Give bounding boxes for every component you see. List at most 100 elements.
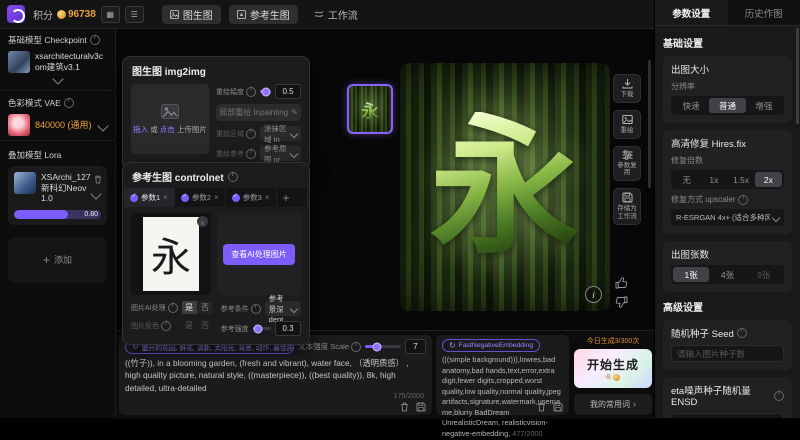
ref-strength-slider[interactable] — [253, 327, 271, 330]
tab-parameter-settings[interactable]: 参数设置 — [655, 0, 728, 25]
inpainting-button[interactable]: 局部重绘 Inpainting — [216, 104, 301, 121]
remove-image-button[interactable] — [197, 216, 208, 227]
ref-strength-value[interactable]: 0.3 — [275, 321, 301, 336]
upscaler-select[interactable]: R-ESRGAN 4x+ (适合多种风 — [671, 209, 784, 226]
lora-card[interactable]: XSArchi_127新科幻Neov1.0 0.80 — [8, 166, 107, 225]
vae-selector[interactable]: 840000 (通用) — [8, 114, 107, 136]
count-4[interactable]: 4张 — [709, 267, 745, 282]
download-label: 下载 — [621, 91, 634, 99]
controlnet-reference-image[interactable]: 永 — [131, 213, 211, 295]
trash-icon[interactable] — [94, 171, 102, 189]
negative-prompt-text[interactable]: (((simple background))),lowres,bad anato… — [442, 355, 563, 440]
upload-label: 上传图片 — [177, 125, 207, 134]
seed-input[interactable] — [671, 345, 784, 362]
view-ai-processed-button[interactable]: 查看AI处理图片 — [223, 244, 295, 265]
count-9[interactable]: 9张 — [746, 267, 782, 282]
info-icon[interactable] — [774, 391, 784, 401]
thumbs-up-icon[interactable] — [615, 277, 628, 289]
redraw-button[interactable]: 重绘 — [613, 110, 641, 139]
generate-label: 开始生成 — [587, 356, 639, 373]
ref-condition-select[interactable]: 参考景深 dept — [265, 301, 301, 316]
info-icon[interactable] — [64, 98, 74, 108]
multiplier-none[interactable]: 无 — [673, 172, 700, 187]
lora-section: 叠加模型 Lora XSArchi_127新科幻Neov1.0 0.80 — [0, 141, 115, 229]
menu-button[interactable] — [125, 6, 144, 23]
invert-toggle[interactable]: 是否 — [182, 319, 213, 332]
generated-image[interactable]: 永 i — [400, 63, 610, 311]
close-icon[interactable] — [214, 193, 219, 202]
info-icon[interactable] — [738, 195, 748, 205]
save-icon — [622, 192, 633, 203]
download-button[interactable]: 下载 — [613, 74, 641, 103]
save-icon[interactable] — [416, 402, 426, 412]
reuse-params-button[interactable]: 参数复用 — [613, 146, 641, 182]
result-thumbnail[interactable]: 永 — [347, 84, 393, 134]
no-option[interactable]: 否 — [198, 301, 213, 314]
info-icon[interactable] — [246, 149, 256, 159]
my-phrases-button[interactable]: 我的常用词 — [574, 394, 652, 415]
multiplier-1x[interactable]: 1x — [700, 172, 727, 187]
add-lora-button[interactable]: 添加 — [8, 237, 107, 283]
lora-title: 叠加模型 Lora — [8, 149, 61, 161]
chevron-down-icon[interactable] — [52, 73, 63, 84]
count-1[interactable]: 1张 — [673, 267, 709, 282]
tab-reference-generate[interactable]: 参考生图 — [229, 5, 298, 24]
trash-icon[interactable] — [537, 402, 546, 412]
image-info-icon[interactable]: i — [585, 286, 602, 303]
resolution-fast[interactable]: 快速 — [673, 98, 709, 113]
negative-embedding-label: FastNegativeEmbedding — [459, 342, 533, 349]
ai-process-toggle[interactable]: 是否 — [182, 301, 213, 314]
chevron-down-icon — [97, 120, 108, 131]
denoise-value[interactable]: 0.5 — [275, 84, 301, 99]
add-controlnet-tab-button[interactable] — [277, 188, 308, 207]
checkpoint-thumbnail — [8, 51, 30, 73]
basic-settings-section-label: 基础设置 — [663, 35, 792, 50]
tab-workflow[interactable]: 工作流 — [306, 5, 366, 24]
checkpoint-card[interactable]: xsarchitecturalv3com建筑v3.1 — [8, 51, 107, 73]
cfg-scale-value[interactable]: 7 — [405, 339, 426, 354]
controlnet-tab-3[interactable]: 参数3 — [226, 188, 277, 207]
tab-history[interactable]: 历史作图 — [728, 0, 800, 25]
info-icon[interactable] — [351, 342, 361, 352]
lora-weight-slider[interactable]: 0.80 — [14, 210, 101, 219]
yes-option[interactable]: 是 — [182, 301, 197, 314]
sidebar-scrollbar[interactable] — [796, 28, 799, 124]
app-logo-icon[interactable] — [7, 5, 25, 23]
controlnet-tab-2[interactable]: 参数2 — [175, 188, 226, 207]
save-workflow-label: 存储为工作流 — [615, 205, 639, 221]
positive-prompt-text[interactable]: ((竹子)), in a blooming garden, (fresh and… — [125, 357, 426, 394]
generate-button[interactable]: 开始生成 -8 — [574, 349, 652, 388]
close-icon[interactable] — [265, 193, 270, 202]
resolution-enhanced[interactable]: 增强 — [746, 98, 782, 113]
info-icon[interactable] — [168, 303, 178, 313]
ensd-input[interactable] — [671, 413, 784, 418]
save-icon[interactable] — [553, 402, 563, 412]
save-workflow-button[interactable]: 存储为工作流 — [613, 188, 641, 225]
grid-view-button[interactable] — [101, 6, 120, 23]
hires-title: 高清修复 Hires.fix — [671, 136, 746, 150]
negative-embedding-pill[interactable]: FastNegativeEmbedding — [442, 339, 540, 352]
cfg-scale-slider[interactable] — [365, 345, 401, 348]
thumbs-down-icon[interactable] — [615, 296, 628, 308]
info-icon[interactable] — [90, 35, 100, 45]
image-upload-dropzone[interactable]: 拖入 或 点击 上传图片 — [131, 84, 209, 154]
denoise-label: 重绘幅度 — [216, 87, 244, 97]
info-icon[interactable] — [228, 172, 238, 182]
info-icon[interactable] — [246, 87, 256, 97]
trash-icon[interactable] — [400, 402, 409, 412]
multiplier-1-5x[interactable]: 1.5x — [728, 172, 755, 187]
positive-prompt-panel: 盛开的花园, 鲜花, 清新, 太阳光, 背景, 动作, 最佳质量 文本强度 Sc… — [119, 335, 432, 415]
resolution-normal[interactable]: 普通 — [709, 98, 745, 113]
controlnet-tab-1[interactable]: 参数1 — [124, 188, 175, 207]
multiplier-2x[interactable]: 2x — [755, 172, 782, 187]
info-icon[interactable] — [161, 321, 171, 331]
canvas-scrollbar[interactable] — [648, 60, 651, 188]
info-icon[interactable] — [737, 328, 747, 338]
redraw-area-select[interactable]: 涂抹区域 In — [260, 126, 301, 141]
info-icon[interactable] — [251, 304, 261, 314]
close-icon[interactable] — [163, 193, 168, 202]
denoise-slider[interactable] — [260, 90, 271, 93]
info-icon[interactable] — [246, 129, 256, 139]
redraw-ref-select[interactable]: 参考原图 or — [260, 146, 301, 161]
tab-img2img[interactable]: 图生图 — [162, 5, 221, 24]
